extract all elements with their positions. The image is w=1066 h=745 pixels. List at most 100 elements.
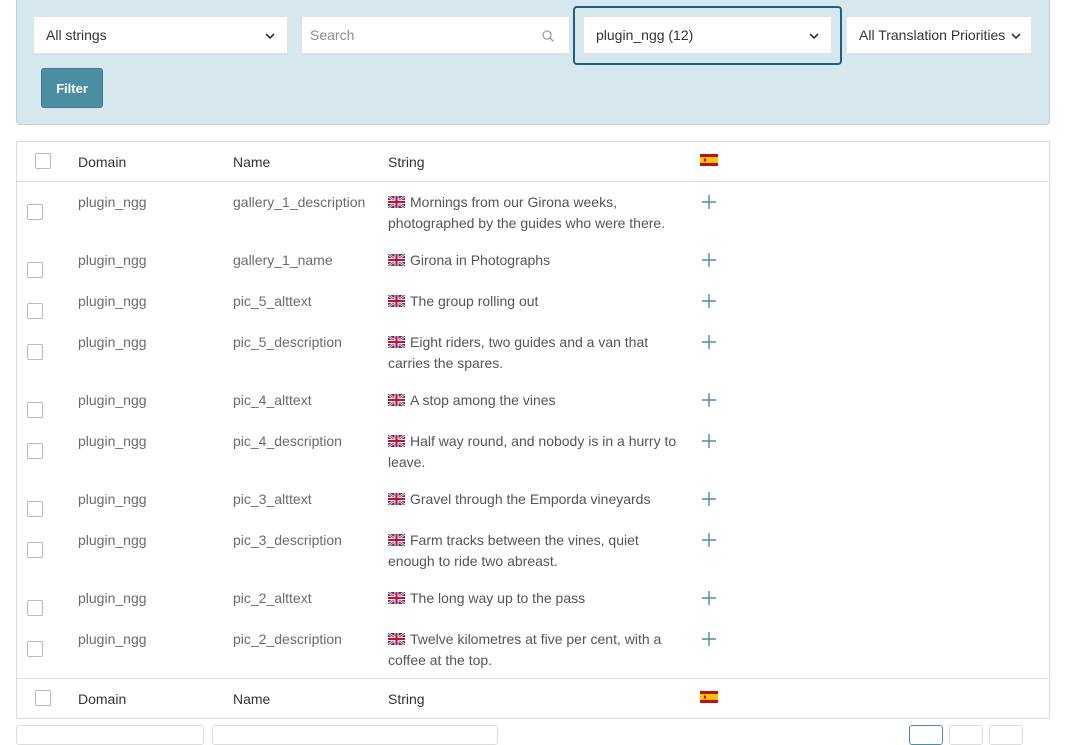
row-name: pic_5_description (233, 334, 342, 350)
row-domain: plugin_ngg (78, 433, 147, 449)
row-domain: plugin_ngg (78, 532, 147, 548)
uk-flag-icon (388, 592, 405, 604)
row-string-text: Half way round, and nobody is in a hurry… (388, 433, 677, 470)
row-checkbox[interactable] (27, 344, 43, 360)
row-domain: plugin_ngg (78, 252, 147, 268)
uk-flag-icon (388, 534, 405, 546)
spain-flag-icon (700, 154, 718, 166)
chevron-down-icon (1011, 33, 1021, 40)
column-footer-domain[interactable]: Domain (78, 689, 126, 710)
row-string-text: Eight riders, two guides and a van that … (388, 334, 649, 371)
plus-icon[interactable] (701, 293, 717, 309)
row-checkbox[interactable] (27, 443, 43, 459)
row-string-text: Mornings from our Girona weeks, photogra… (388, 194, 666, 231)
row-checkbox[interactable] (27, 204, 43, 220)
row-checkbox[interactable] (27, 402, 43, 418)
chevron-down-icon (265, 33, 275, 40)
plus-icon[interactable] (701, 631, 717, 647)
plus-icon[interactable] (701, 252, 717, 268)
row-name: pic_2_description (233, 631, 342, 647)
domain-filter-select[interactable]: plugin_ngg (12) (583, 16, 832, 54)
search-box (301, 16, 570, 54)
plus-icon[interactable] (701, 194, 717, 210)
row-domain: plugin_ngg (78, 491, 147, 507)
row-checkbox[interactable] (27, 542, 43, 558)
row-domain: plugin_ngg (78, 631, 147, 647)
strings-filter-value: All strings (46, 27, 107, 43)
translation-actions-select[interactable] (212, 725, 498, 745)
row-string: Twelve kilometres at five per cent, with… (388, 629, 688, 671)
row-string: Farm tracks between the vines, quiet eno… (388, 530, 688, 572)
priority-filter-select[interactable]: All Translation Priorities (846, 16, 1032, 54)
domain-filter-value: plugin_ngg (12) (596, 27, 694, 43)
row-checkbox[interactable] (27, 501, 43, 517)
row-string-text: Twelve kilometres at five per cent, with… (388, 631, 662, 668)
chevron-down-icon (809, 33, 819, 40)
row-domain: plugin_ngg (78, 334, 147, 350)
row-domain: plugin_ngg (78, 590, 147, 606)
row-name: pic_4_description (233, 433, 342, 449)
row-string-text: Farm tracks between the vines, quiet eno… (388, 532, 639, 569)
row-string: Half way round, and nobody is in a hurry… (388, 431, 688, 473)
search-input[interactable] (302, 27, 522, 43)
row-checkbox[interactable] (27, 262, 43, 278)
column-header-domain[interactable]: Domain (78, 152, 126, 173)
row-name: gallery_1_description (233, 194, 366, 210)
column-header-name[interactable]: Name (233, 152, 383, 173)
uk-flag-icon (388, 295, 405, 307)
row-name: pic_5_alttext (233, 293, 312, 309)
row-string: Mornings from our Girona weeks, photogra… (388, 192, 688, 234)
row-name: pic_3_alttext (233, 491, 312, 507)
uk-flag-icon (388, 336, 405, 348)
row-string: Eight riders, two guides and a van that … (388, 332, 688, 374)
row-string: Gravel through the Emporda vineyards (388, 489, 688, 510)
strings-table: Domain Name String plugin_ngg gallery_1_d… (16, 141, 1050, 719)
uk-flag-icon (388, 493, 405, 505)
column-footer-name[interactable]: Name (233, 689, 383, 710)
row-string: Girona in Photographs (388, 250, 688, 271)
pagination-page[interactable] (989, 725, 1023, 745)
row-string-text: A stop among the vines (410, 392, 556, 408)
row-name: gallery_1_name (233, 252, 333, 268)
pagination-page[interactable] (909, 725, 943, 745)
pagination-page[interactable] (949, 725, 983, 745)
bulk-actions-select[interactable] (16, 725, 204, 745)
search-icon[interactable] (541, 29, 555, 43)
plus-icon[interactable] (701, 392, 717, 408)
uk-flag-icon (388, 254, 405, 266)
row-string: The long way up to the pass (388, 588, 688, 609)
row-string-text: The group rolling out (410, 293, 539, 309)
uk-flag-icon (388, 196, 405, 208)
table-footer: Domain Name String (17, 678, 1049, 718)
row-string-text: The long way up to the pass (410, 590, 586, 606)
plus-icon[interactable] (701, 491, 717, 507)
row-name: pic_2_alttext (233, 590, 312, 606)
row-string-text: Gravel through the Emporda vineyards (410, 491, 651, 507)
row-string: The group rolling out (388, 291, 688, 312)
row-name: pic_4_alttext (233, 392, 312, 408)
uk-flag-icon (388, 435, 405, 447)
row-checkbox[interactable] (27, 600, 43, 616)
filter-button[interactable]: Filter (41, 68, 103, 108)
select-all-checkbox[interactable] (35, 153, 51, 169)
uk-flag-icon (388, 633, 405, 645)
row-domain: plugin_ngg (78, 293, 147, 309)
priority-filter-value: All Translation Priorities (859, 27, 1006, 43)
row-domain: plugin_ngg (78, 392, 147, 408)
row-checkbox[interactable] (27, 641, 43, 657)
plus-icon[interactable] (701, 334, 717, 350)
plus-icon[interactable] (701, 532, 717, 548)
plus-icon[interactable] (701, 433, 717, 449)
column-header-string[interactable]: String (388, 152, 688, 173)
row-domain: plugin_ngg (78, 194, 147, 210)
row-name: pic_3_description (233, 532, 342, 548)
strings-filter-select[interactable]: All strings (33, 16, 288, 54)
select-all-checkbox-bottom[interactable] (35, 690, 51, 706)
column-footer-string[interactable]: String (388, 689, 688, 710)
uk-flag-icon (388, 394, 405, 406)
table-header: Domain Name String (17, 142, 1049, 182)
spain-flag-icon (700, 691, 718, 703)
row-checkbox[interactable] (27, 303, 43, 319)
row-string-text: Girona in Photographs (410, 252, 551, 268)
plus-icon[interactable] (701, 590, 717, 606)
